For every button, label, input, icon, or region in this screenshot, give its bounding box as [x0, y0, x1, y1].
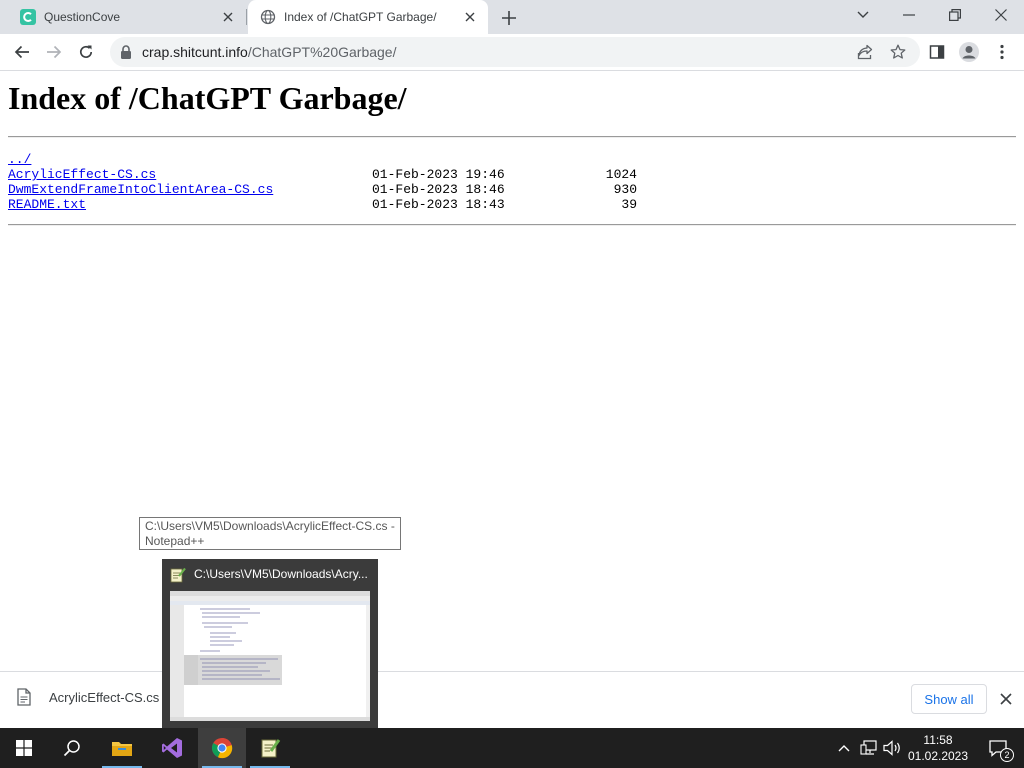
list-item: AcrylicEffect-CS.cs 01-Feb-2023 19:46 10… — [8, 167, 637, 182]
forward-button[interactable] — [40, 38, 68, 66]
file-listing: ../ AcrylicEffect-CS.cs 01-Feb-2023 19:4… — [8, 152, 637, 212]
download-shelf: AcrylicEffect-CS.cs Show all — [0, 671, 1024, 728]
notepad-plus-plus-icon — [261, 739, 281, 758]
show-hidden-icons-button[interactable] — [834, 738, 854, 758]
search-icon — [63, 740, 80, 757]
share-icon[interactable] — [854, 41, 876, 63]
lock-icon[interactable] — [118, 44, 134, 60]
thumbnail-title: C:\Users\VM5\Downloads\Acry... — [194, 567, 368, 581]
plus-icon — [502, 11, 516, 25]
file-link[interactable]: README.txt — [8, 197, 86, 212]
file-date: 01-Feb-2023 18:46 — [372, 182, 505, 197]
windows-taskbar: 11:58 01.02.2023 2 — [0, 728, 1024, 768]
reload-button[interactable] — [72, 38, 100, 66]
visual-studio-icon — [162, 738, 182, 758]
parent-directory-link[interactable]: ../ — [8, 152, 31, 167]
file-icon — [17, 688, 31, 706]
chevron-up-icon — [838, 745, 850, 752]
menu-button[interactable] — [988, 38, 1016, 66]
action-center-button[interactable]: 2 — [980, 728, 1016, 768]
show-all-button[interactable]: Show all — [911, 684, 987, 714]
file-size: 930 — [613, 182, 637, 197]
profile-button[interactable] — [955, 38, 983, 66]
file-date: 01-Feb-2023 18:43 — [372, 197, 505, 212]
tab-title: QuestionCove — [44, 10, 121, 24]
notepad-plus-plus-button[interactable] — [246, 728, 294, 768]
chevron-down-icon — [857, 11, 869, 18]
volume-icon[interactable] — [882, 738, 902, 758]
minimize-icon — [903, 14, 915, 16]
download-file-name: AcrylicEffect-CS.cs — [49, 689, 160, 705]
restore-button[interactable] — [932, 0, 978, 30]
globe-icon — [260, 9, 276, 25]
bookmark-star-icon[interactable] — [887, 41, 909, 63]
list-item: DwmExtendFrameIntoClientArea-CS.cs 01-Fe… — [8, 182, 637, 197]
close-window-button[interactable] — [978, 0, 1024, 30]
page-title: Index of /ChatGPT Garbage/ — [8, 80, 407, 116]
url-text: crap.shitcunt.info/ChatGPT%20Garbage/ — [142, 44, 396, 60]
clock-time: 11:58 — [923, 733, 953, 747]
side-panel-icon — [929, 45, 945, 59]
system-clock[interactable]: 11:58 01.02.2023 — [906, 732, 970, 764]
list-item: README.txt 01-Feb-2023 18:43 39 — [8, 197, 637, 212]
tab-separator — [246, 9, 247, 25]
chrome-icon — [211, 737, 233, 759]
arrow-left-icon — [14, 45, 29, 59]
file-date: 01-Feb-2023 19:46 — [372, 167, 505, 182]
tab-questioncove[interactable]: QuestionCove — [8, 0, 246, 34]
divider — [8, 136, 1016, 138]
file-size: 39 — [621, 197, 637, 212]
browser-toolbar: crap.shitcunt.info/ChatGPT%20Garbage/ — [0, 34, 1024, 71]
close-shelf-button[interactable] — [996, 689, 1016, 709]
back-button[interactable] — [8, 38, 36, 66]
kebab-menu-icon — [1000, 44, 1004, 60]
file-link[interactable]: AcrylicEffect-CS.cs — [8, 167, 156, 182]
download-item[interactable]: AcrylicEffect-CS.cs — [16, 688, 159, 706]
taskbar-thumbnail[interactable]: C:\Users\VM5\Downloads\Acry... — [162, 559, 378, 729]
avatar-icon — [959, 42, 979, 62]
file-explorer-button[interactable] — [98, 728, 146, 768]
file-size: 1024 — [605, 167, 637, 182]
questioncove-icon — [20, 9, 36, 25]
reload-icon — [80, 45, 93, 58]
close-tab-icon[interactable] — [218, 7, 238, 27]
network-icon[interactable] — [859, 738, 879, 758]
url-host: crap.shitcunt.info — [142, 44, 248, 60]
close-icon — [1000, 693, 1012, 705]
new-tab-button[interactable] — [498, 7, 520, 29]
screen: QuestionCove Index of /ChatGPT Garbage/ — [0, 0, 1024, 768]
side-panel-button[interactable] — [923, 38, 951, 66]
folder-icon — [112, 742, 132, 756]
window-preview — [170, 591, 370, 721]
notepad-plus-plus-icon — [170, 567, 186, 583]
list-item: ../ — [8, 152, 273, 167]
minimize-button[interactable] — [886, 0, 932, 30]
tab-title: Index of /ChatGPT Garbage/ — [284, 10, 437, 24]
windows-logo-icon — [16, 740, 32, 756]
restore-icon — [949, 9, 961, 21]
arrow-right-icon — [47, 45, 62, 59]
tooltip: C:\Users\VM5\Downloads\AcrylicEffect-CS.… — [139, 517, 401, 550]
tab-strip: QuestionCove Index of /ChatGPT Garbage/ — [0, 0, 1024, 34]
divider — [8, 224, 1016, 226]
start-button[interactable] — [0, 728, 48, 768]
visual-studio-button[interactable] — [148, 728, 196, 768]
chrome-button[interactable] — [198, 728, 246, 768]
url-path: /ChatGPT%20Garbage/ — [247, 44, 397, 60]
tab-search-button[interactable] — [840, 0, 886, 30]
file-link[interactable]: DwmExtendFrameIntoClientArea-CS.cs — [8, 182, 273, 197]
notification-count-badge: 2 — [1000, 748, 1014, 762]
page-content: Index of /ChatGPT Garbage/ ../ AcrylicEf… — [0, 72, 1024, 671]
address-bar[interactable]: crap.shitcunt.info/ChatGPT%20Garbage/ — [110, 37, 920, 67]
search-button[interactable] — [48, 728, 96, 768]
tab-index-of[interactable]: Index of /ChatGPT Garbage/ — [248, 0, 488, 34]
clock-date: 01.02.2023 — [907, 749, 969, 763]
close-icon — [995, 9, 1007, 21]
close-tab-icon[interactable] — [460, 7, 480, 27]
